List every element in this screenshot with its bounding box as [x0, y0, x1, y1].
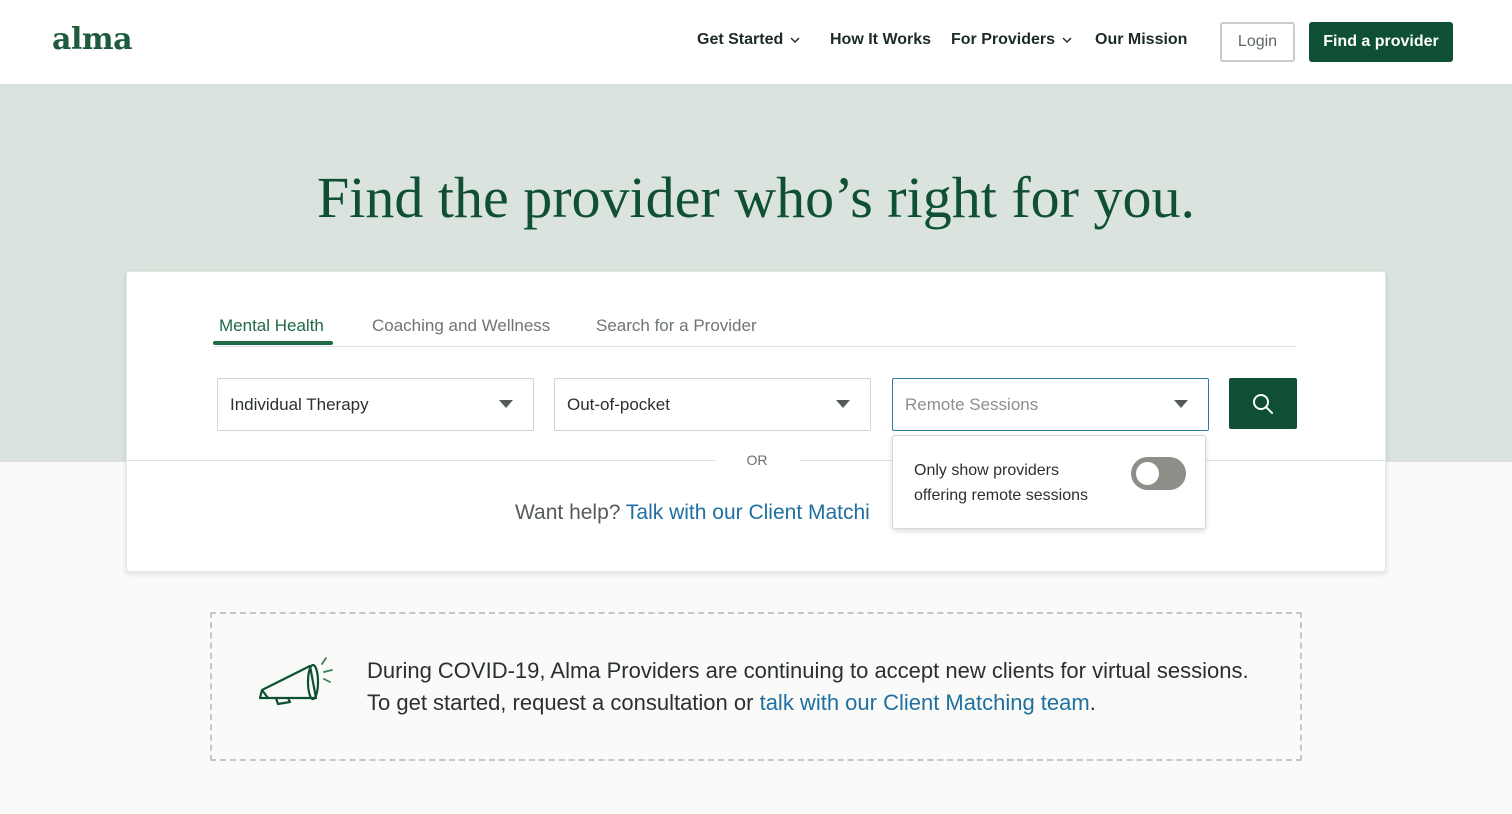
nav-our-mission-label: Our Mission — [1095, 31, 1188, 48]
remote-sessions-placeholder: Remote Sessions — [905, 394, 1039, 414]
alma-logo[interactable]: alma — [52, 22, 133, 57]
client-matching-link[interactable]: Talk with our Client Matchi — [626, 501, 870, 524]
tab-search-provider-label: Search for a Provider — [596, 316, 757, 335]
remote-option-line-1: Only show providers — [914, 462, 1059, 479]
remote-option-label: Only show providers offering remote sess… — [914, 458, 1124, 508]
help-text: Want help? Talk with our Client Matchi — [515, 501, 870, 525]
notice-line-2-prefix: To get started, request a consultation o… — [367, 690, 754, 715]
chevron-down-icon — [1062, 37, 1072, 43]
nav-how-it-works[interactable]: How It Works — [830, 31, 931, 49]
notice-line-2: To get started, request a consultation o… — [367, 687, 1249, 719]
nav-get-started[interactable]: Get Started — [697, 31, 801, 49]
remote-sessions-select[interactable]: Remote Sessions — [892, 378, 1209, 431]
nav-for-providers[interactable]: For Providers — [951, 31, 1073, 49]
or-label: OR — [746, 452, 768, 468]
help-prefix: Want help? — [515, 501, 621, 524]
remote-option-line-2: offering remote sessions — [914, 487, 1089, 504]
notice-text: During COVID-19, Alma Providers are cont… — [367, 655, 1249, 719]
hero-title: Find the provider who’s right for you. — [317, 165, 1195, 230]
find-provider-button[interactable]: Find a provider — [1309, 22, 1453, 62]
tab-coaching-wellness-label: Coaching and Wellness — [372, 316, 551, 335]
megaphone-icon — [258, 657, 333, 706]
chevron-down-icon — [790, 37, 800, 43]
caret-down-icon — [499, 400, 513, 408]
login-button[interactable]: Login — [1220, 22, 1295, 62]
payment-select[interactable]: Out-of-pocket — [554, 378, 871, 431]
notice-line-2-suffix: . — [1089, 690, 1096, 715]
tab-mental-health[interactable]: Mental Health — [219, 316, 324, 336]
search-tabs: Mental Health Coaching and Wellness Sear… — [213, 306, 1297, 347]
caret-down-icon — [836, 400, 850, 408]
payment-value: Out-of-pocket — [567, 394, 670, 414]
session-type-select[interactable]: Individual Therapy — [217, 378, 534, 431]
remote-sessions-popover: Only show providers offering remote sess… — [892, 435, 1206, 529]
nav-our-mission[interactable]: Our Mission — [1095, 31, 1187, 49]
caret-down-icon — [1174, 400, 1188, 408]
search-icon — [1253, 393, 1273, 414]
nav-how-it-works-label: How It Works — [830, 31, 932, 48]
client-matching-team-link[interactable]: talk with our Client Matching team — [760, 690, 1090, 715]
nav-get-started-label: Get Started — [697, 31, 784, 48]
remote-only-toggle[interactable] — [1131, 457, 1186, 490]
search-button[interactable] — [1229, 378, 1297, 429]
session-type-value: Individual Therapy — [230, 394, 369, 414]
nav-for-providers-label: For Providers — [951, 31, 1056, 48]
active-tab-indicator — [213, 341, 333, 345]
site-header: alma Get Started How It Works For Provid… — [0, 0, 1512, 84]
divider — [127, 460, 715, 461]
toggle-knob — [1136, 462, 1159, 485]
tab-mental-health-label: Mental Health — [219, 316, 324, 335]
notice-line-1: During COVID-19, Alma Providers are cont… — [367, 658, 1249, 683]
tab-search-provider[interactable]: Search for a Provider — [596, 316, 757, 336]
covid-notice: During COVID-19, Alma Providers are cont… — [210, 612, 1302, 761]
tab-coaching-wellness[interactable]: Coaching and Wellness — [372, 316, 550, 336]
